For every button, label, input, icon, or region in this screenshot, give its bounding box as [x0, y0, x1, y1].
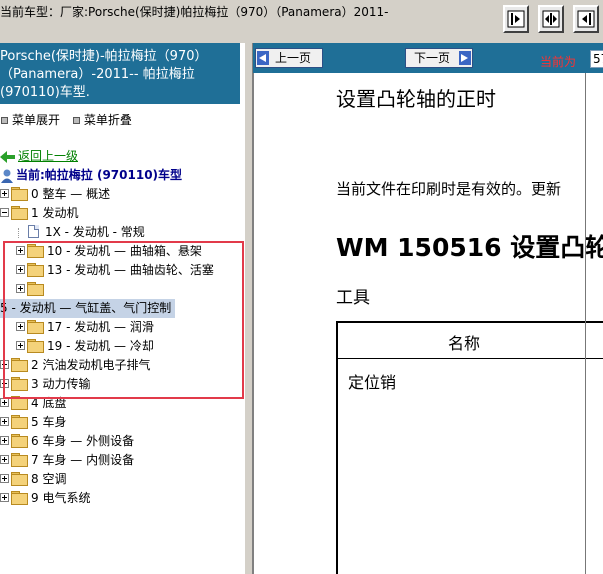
tree-item[interactable]: 5 车身: [0, 413, 66, 432]
vehicle-line: Porsche(保时捷)-帕拉梅拉（970）: [0, 49, 208, 64]
vehicle-line: (970110)车型.: [0, 85, 90, 100]
table-header-name: 名称: [448, 334, 481, 353]
expand-toggle-icon[interactable]: [0, 398, 9, 407]
arrow-left-icon: [257, 51, 269, 65]
folder-icon: [11, 434, 28, 448]
expand-toggle-icon[interactable]: [0, 493, 9, 502]
next-page-button[interactable]: 下一页: [405, 48, 473, 68]
tree-item[interactable]: 0 整车 — 概述: [0, 185, 110, 204]
panel-right-icon: [577, 10, 595, 28]
folder-icon: [11, 187, 28, 201]
vehicle-info-box: Porsche(保时捷)-帕拉梅拉（970） （Panamera）-2011--…: [0, 43, 240, 104]
doc-validity-note: 当前文件在印刷时是有效的。更新: [336, 180, 562, 198]
tree-item-label: 1X - 发动机 - 常规: [45, 225, 145, 239]
page-number-input[interactable]: 57: [590, 50, 603, 68]
prev-page-label: 上一页: [275, 51, 312, 65]
current-model-row: 当前:帕拉梅拉 (970110)车型: [0, 166, 182, 185]
table-header: 名称: [338, 323, 603, 359]
square-icon: [72, 116, 80, 124]
panel-left-icon: [507, 10, 525, 28]
tree-item[interactable]: 6 车身 — 外侧设备: [0, 432, 134, 451]
tree-item-label: 8 空调: [31, 472, 67, 486]
user-icon: [1, 169, 13, 183]
left-panel: Porsche(保时捷)-帕拉梅拉（970） （Panamera）-2011--…: [0, 43, 244, 574]
tree-item-label: 1 发动机: [31, 206, 79, 220]
current-vehicle-title: 当前车型：厂家:Porsche(保时捷)帕拉梅拉（970）（Panamera）2…: [0, 5, 389, 19]
highlight-box: [3, 241, 244, 399]
tree-item-label: 0 整车 — 概述: [31, 187, 111, 201]
current-model-label: 当前:帕拉梅拉 (970110)车型: [16, 168, 183, 182]
folder-icon: [11, 491, 28, 505]
doc-subtitle: 设置凸轮轴的正时: [336, 87, 496, 111]
expand-toggle-icon[interactable]: [0, 474, 9, 483]
expand-toggle-icon[interactable]: [0, 436, 9, 445]
collapse-toggle-icon[interactable]: [0, 208, 9, 217]
folder-icon: [11, 415, 28, 429]
back-link[interactable]: 返回上一级: [18, 149, 78, 163]
folder-icon: [11, 472, 28, 486]
tree-item-label: 5 车身: [31, 415, 67, 429]
page-edge-line: [585, 73, 586, 574]
tree-item[interactable]: 1X - 发动机 - 常规: [18, 223, 145, 242]
tree-item[interactable]: 8 空调: [0, 470, 66, 489]
expand-toggle-icon[interactable]: [0, 417, 9, 426]
table-cell: 定位销: [348, 373, 397, 392]
document-view: 设置凸轮轴的正时 当前文件在印刷时是有效的。更新 WM 150516 设置凸轮 …: [253, 73, 603, 574]
split-view-button[interactable]: [538, 5, 564, 33]
toggle-left-panel-button[interactable]: [503, 5, 529, 33]
top-bar: 当前车型：厂家:Porsche(保时捷)帕拉梅拉（970）（Panamera）2…: [0, 0, 603, 43]
expand-toggle-icon[interactable]: [0, 455, 9, 464]
next-page-label: 下一页: [414, 51, 451, 65]
toggle-right-panel-button[interactable]: [573, 5, 599, 33]
tree-item-label: 6 车身 — 外侧设备: [31, 434, 135, 448]
split-icon: [542, 10, 560, 28]
back-row[interactable]: 返回上一级: [0, 147, 78, 166]
expand-all-link[interactable]: 菜单展开: [12, 113, 60, 127]
current-page-label: 当前为: [540, 55, 577, 69]
prev-page-button[interactable]: 上一页: [255, 48, 323, 68]
square-icon: [1, 116, 8, 124]
back-arrow-icon: [0, 150, 15, 163]
folder-open-icon: [11, 206, 28, 220]
collapse-all-link[interactable]: 菜单折叠: [84, 113, 132, 127]
arrow-right-icon: [459, 51, 471, 65]
tree-item[interactable]: 1 发动机: [0, 204, 78, 223]
panel-splitter[interactable]: [244, 43, 253, 574]
document-icon: [28, 224, 39, 238]
tree-item-label: 7 车身 — 内侧设备: [31, 453, 135, 467]
tree-item-label: 9 电气系统: [31, 491, 91, 505]
tree-item[interactable]: 9 电气系统: [0, 489, 90, 508]
page-nav-bar: 上一页 下一页 当前为 57: [253, 43, 603, 73]
tools-section-label: 工具: [336, 288, 370, 308]
folder-icon: [11, 453, 28, 467]
expand-toggle-icon[interactable]: [0, 189, 9, 198]
tree-item[interactable]: 7 车身 — 内侧设备: [0, 451, 134, 470]
tools-table: 名称 定位销: [336, 321, 603, 574]
menu-controls: 菜单展开 菜单折叠: [0, 111, 140, 128]
tree-connector: [18, 227, 28, 238]
doc-heading: WM 150516 设置凸轮: [336, 233, 603, 262]
vehicle-line: （Panamera）-2011-- 帕拉梅拉: [0, 67, 195, 82]
